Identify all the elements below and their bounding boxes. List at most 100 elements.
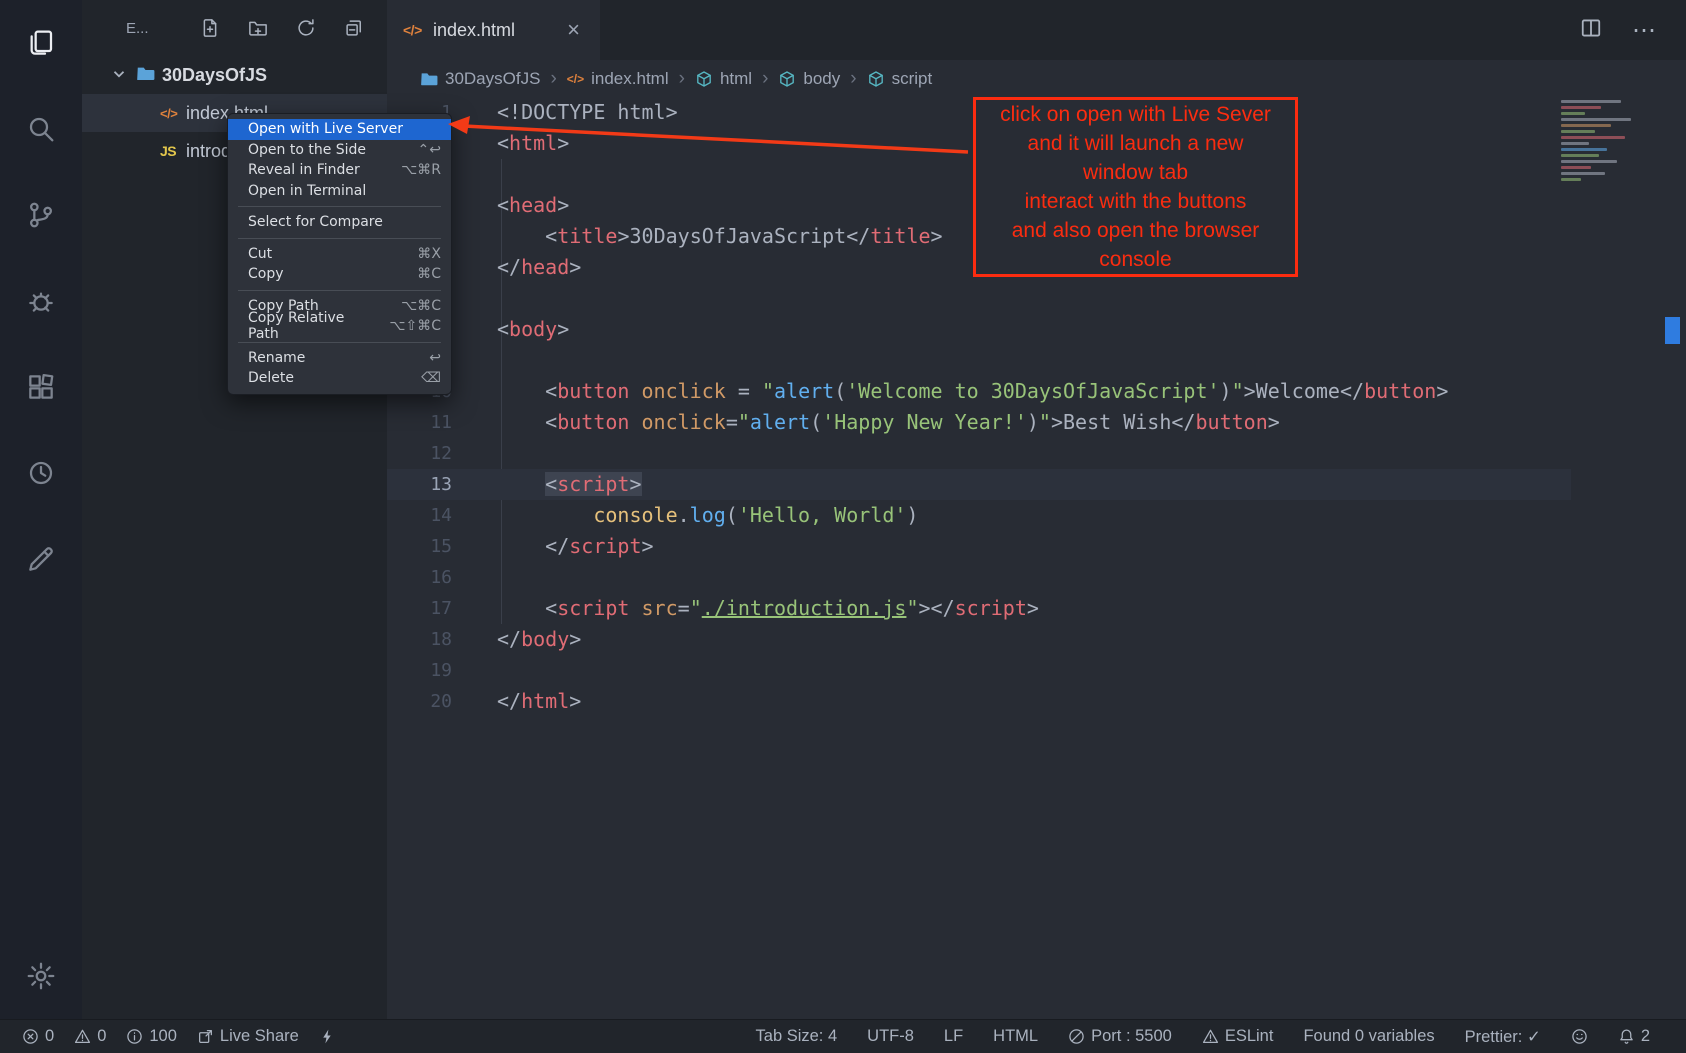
collapse-all-icon[interactable]	[343, 17, 365, 39]
status-item-tab-size-4[interactable]: Tab Size: 4	[756, 1027, 838, 1046]
source-control-icon[interactable]	[0, 172, 82, 258]
menu-item-copy[interactable]: Copy⌘C	[228, 264, 451, 285]
code-line-10[interactable]: 10 <button onclick = "alert('Welcome to …	[387, 376, 1571, 407]
files-icon[interactable]	[0, 0, 82, 86]
breadcrumb-item-body[interactable]: body	[778, 69, 840, 89]
feedback-icon[interactable]	[0, 516, 82, 602]
status-item-eslint[interactable]: ESLint	[1202, 1027, 1274, 1046]
code-line-9[interactable]: 9	[387, 345, 1571, 376]
extensions-icon[interactable]	[0, 344, 82, 430]
code-text: <body>	[452, 314, 569, 345]
status-item-0[interactable]: 0	[74, 1027, 106, 1046]
status-item-2[interactable]: 2	[1618, 1027, 1650, 1046]
code-line-20[interactable]: 20</html>	[387, 686, 1571, 717]
status-item-100[interactable]: 100	[126, 1027, 177, 1046]
menu-item-copy-relative-path[interactable]: Copy Relative Path⌥⇧⌘C	[228, 316, 451, 337]
breadcrumb-item-html[interactable]: html	[695, 69, 752, 89]
code-text: <title>30DaysOfJavaScript</title>	[452, 221, 943, 252]
code-text	[452, 159, 497, 190]
more-actions-icon[interactable]: ⋯	[1632, 16, 1658, 45]
bell-icon	[1618, 1028, 1635, 1045]
status-label: Port : 5500	[1091, 1027, 1172, 1046]
breadcrumb-label: body	[803, 69, 840, 89]
code-line-11[interactable]: 11 <button onclick="alert('Happy New Yea…	[387, 407, 1571, 438]
breadcrumb-label: index.html	[591, 69, 668, 89]
menu-item-label: Open with Live Server	[248, 121, 403, 137]
close-tab-icon[interactable]: ×	[563, 17, 584, 43]
new-folder-icon[interactable]	[247, 17, 269, 39]
line-number: 16	[387, 562, 452, 593]
status-item-port-5500[interactable]: Port : 5500	[1068, 1027, 1172, 1046]
minimap-line	[1561, 136, 1625, 139]
folder-row-30daysofjs[interactable]: 30DaysOfJS	[82, 56, 387, 94]
minimap-line	[1561, 124, 1611, 127]
code-line-8[interactable]: 8<body>	[387, 314, 1571, 345]
explorer-title: E...	[126, 20, 149, 37]
cube-icon	[867, 70, 885, 88]
code-text: </body>	[452, 624, 581, 655]
timeline-icon[interactable]	[0, 430, 82, 516]
slash-circle-icon	[1068, 1028, 1085, 1045]
new-file-icon[interactable]	[199, 17, 221, 39]
code-text: <head>	[452, 190, 569, 221]
status-item-utf-8[interactable]: UTF-8	[867, 1027, 914, 1046]
status-item-html[interactable]: HTML	[993, 1027, 1038, 1046]
settings-gear-icon[interactable]	[0, 933, 82, 1019]
minimap[interactable]	[1561, 100, 1656, 184]
search-icon[interactable]	[0, 86, 82, 172]
menu-item-shortcut: ⌫	[421, 370, 441, 386]
status-item-bolt[interactable]	[319, 1028, 336, 1045]
code-line-19[interactable]: 19	[387, 655, 1571, 686]
code-line-16[interactable]: 16	[387, 562, 1571, 593]
breadcrumb-item-script[interactable]: script	[867, 69, 933, 89]
menu-item-label: Copy Relative Path	[248, 310, 371, 342]
split-editor-icon[interactable]	[1580, 17, 1602, 44]
status-item-prettier[interactable]: Prettier: ✓	[1465, 1027, 1541, 1047]
code-text: </head>	[452, 252, 581, 283]
breadcrumb-label: html	[720, 69, 752, 89]
menu-item-cut[interactable]: Cut⌘X	[228, 244, 451, 265]
menu-item-open-with-live-server[interactable]: Open with Live Server	[228, 119, 451, 140]
breadcrumb-item-30daysofjs[interactable]: 30DaysOfJS	[420, 69, 540, 89]
code-line-12[interactable]: 12	[387, 438, 1571, 469]
code-line-7[interactable]: 7	[387, 283, 1571, 314]
chevron-right-icon: ›	[850, 68, 856, 90]
debug-icon[interactable]	[0, 258, 82, 344]
menu-item-rename[interactable]: Rename↩	[228, 348, 451, 369]
refresh-icon[interactable]	[295, 17, 317, 39]
menu-item-open-to-the-side[interactable]: Open to the Side⌃↩	[228, 140, 451, 161]
status-item-live-share[interactable]: Live Share	[197, 1027, 299, 1046]
status-item-smiley[interactable]	[1571, 1028, 1588, 1045]
menu-item-delete[interactable]: Delete ⌫	[228, 368, 451, 389]
code-line-15[interactable]: 15 </script>	[387, 531, 1571, 562]
code-text	[452, 345, 497, 376]
menu-item-reveal-in-finder[interactable]: Reveal in Finder⌥⌘R	[228, 160, 451, 181]
minimap-line	[1561, 154, 1599, 157]
menu-item-label: Open to the Side	[248, 142, 366, 158]
code-line-17[interactable]: 17 <script src="./introduction.js"></scr…	[387, 593, 1571, 624]
tab-index-html[interactable]: </> index.html ×	[387, 0, 600, 60]
annotation-line: click on open with Live Sever	[1000, 100, 1271, 129]
code-text: <script>	[452, 469, 642, 500]
breadcrumb-item-index-html[interactable]: </>index.html	[567, 69, 669, 89]
menu-item-select-for-compare[interactable]: Select for Compare	[228, 212, 451, 233]
status-item-found-0-variables[interactable]: Found 0 variables	[1303, 1027, 1434, 1046]
minimap-line	[1561, 106, 1601, 109]
status-item-lf[interactable]: LF	[944, 1027, 963, 1046]
breadcrumb-label: 30DaysOfJS	[445, 69, 540, 89]
annotation-line: and also open the browser	[1012, 216, 1260, 245]
code-text	[452, 283, 497, 314]
menu-item-open-in-terminal[interactable]: Open in Terminal	[228, 181, 451, 202]
code-line-14[interactable]: 14 console.log('Hello, World')	[387, 500, 1571, 531]
code-line-13[interactable]: 13 <script>	[387, 469, 1571, 500]
menu-item-shortcut: ↩	[429, 350, 441, 366]
status-item-0[interactable]: 0	[22, 1027, 54, 1046]
menu-item-label: Delete	[248, 370, 294, 386]
activity-bar	[0, 0, 82, 1019]
menu-item-shortcut: ⌥⇧⌘C	[389, 318, 441, 334]
html-file-icon: </>	[160, 106, 186, 121]
bolt-icon	[319, 1028, 336, 1045]
minimap-line	[1561, 178, 1581, 181]
minimap-line	[1561, 118, 1631, 121]
code-line-18[interactable]: 18</body>	[387, 624, 1571, 655]
